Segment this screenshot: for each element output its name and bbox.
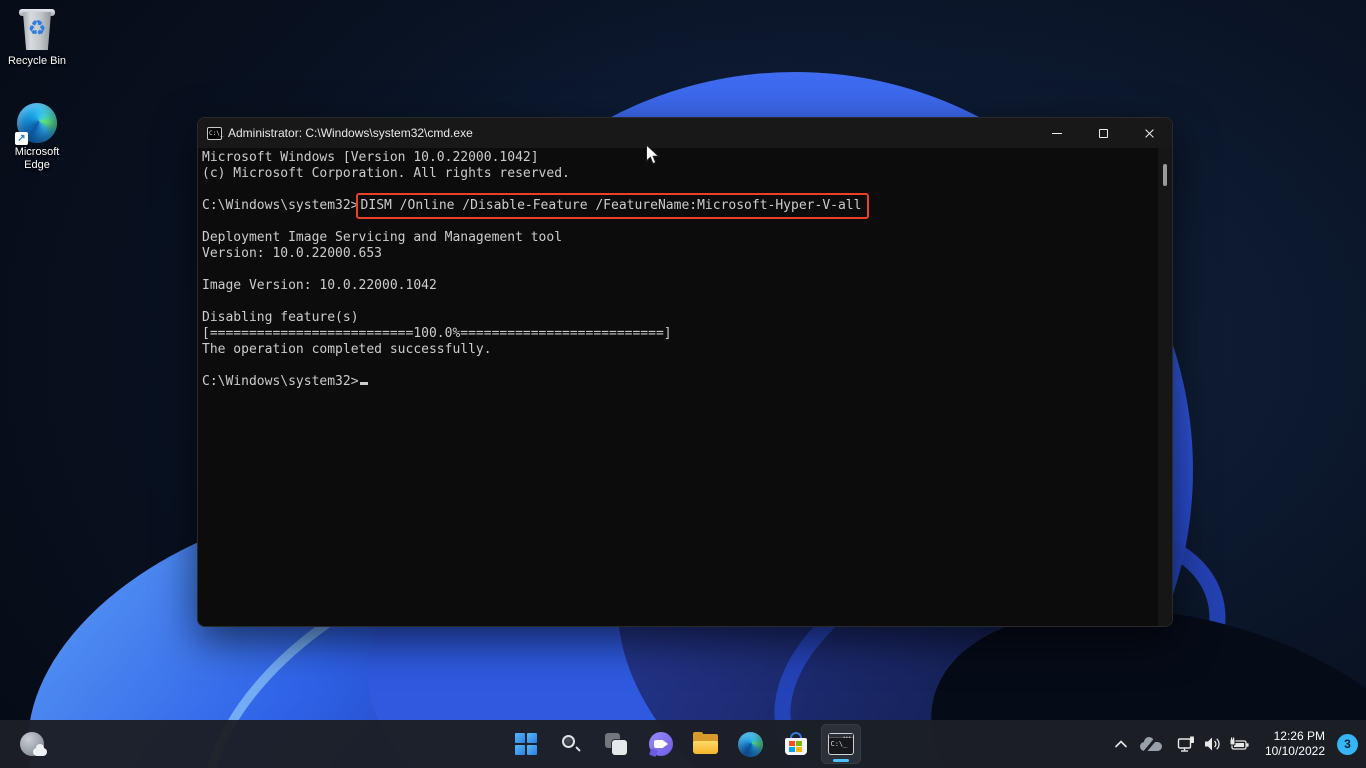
window-titlebar[interactable]: C:\_ Administrator: C:\Windows\system32\… (198, 118, 1172, 148)
network-volume-battery-button[interactable] (1169, 726, 1257, 762)
edge-logo-icon (738, 731, 763, 757)
cmd-window: C:\_ Administrator: C:\Windows\system32\… (197, 117, 1173, 627)
clock-button[interactable]: 12:26 PM 10/10/2022 (1259, 729, 1331, 759)
weather-cloudy-icon (20, 732, 47, 756)
notification-badge[interactable]: 3 (1337, 733, 1358, 755)
maximize-icon (1098, 128, 1108, 138)
console-line: Microsoft Windows [Version 10.0.22000.10… (202, 150, 539, 165)
console-command-line: C:\Windows\system32> DISM /Online /Disabl… (202, 193, 1158, 219)
console-line: (c) Microsoft Corporation. All rights re… (202, 166, 570, 181)
close-icon (1144, 128, 1155, 139)
scrollbar-thumb[interactable] (1163, 164, 1167, 186)
onedrive-button[interactable] (1135, 726, 1167, 762)
windows-logo-icon (514, 733, 537, 755)
battery-charging-icon (1229, 737, 1249, 750)
console-prompt: C:\Windows\system32> (202, 374, 359, 389)
recycle-bin-label: Recycle Bin (7, 55, 67, 67)
cmd-window-icon: C:\_ (207, 126, 223, 140)
minimize-button[interactable] (1034, 118, 1080, 148)
chevron-up-icon (1115, 740, 1127, 748)
active-app-indicator (832, 759, 849, 762)
maximize-button[interactable] (1080, 118, 1126, 148)
tray-date: 10/10/2022 (1264, 744, 1325, 758)
edge-button[interactable] (731, 724, 771, 764)
network-icon (1177, 735, 1194, 752)
desktop-icon-microsoft-edge[interactable]: ↗ Microsoft Edge (0, 103, 74, 172)
mouse-cursor (646, 144, 660, 165)
minimize-icon (1052, 132, 1062, 134)
command-prompt-icon: ••• C:\_ (827, 733, 854, 755)
console-active-prompt: C:\Windows\system32> (202, 374, 1158, 390)
text-cursor (359, 382, 368, 385)
console-prompt: C:\Windows\system32> (202, 198, 359, 213)
shortcut-arrow-icon: ↗ (15, 132, 28, 145)
microsoft-store-button[interactable] (776, 724, 816, 764)
start-button[interactable] (506, 724, 546, 764)
edge-label: Microsoft Edge (14, 146, 60, 171)
chat-camera-icon (648, 732, 673, 756)
console-line: Deployment Image Servicing and Managemen… (202, 230, 563, 245)
window-title: Administrator: C:\Windows\system32\cmd.e… (228, 126, 473, 140)
system-tray: 12:26 PM 10/10/2022 3 (1109, 720, 1366, 768)
console-output: Microsoft Windows [Version 10.0.22000.10… (198, 148, 1158, 626)
taskbar-center-icons: ••• C:\_ (506, 724, 861, 764)
console-line: Disabling feature(s) (202, 310, 359, 325)
task-view-icon (604, 733, 627, 755)
folder-icon (693, 732, 718, 754)
chat-button[interactable] (641, 724, 681, 764)
console-line: The operation completed successfully. (202, 342, 492, 357)
recycle-bin-icon: ♻ (17, 8, 57, 52)
search-icon (561, 734, 581, 754)
widgets-weather-button[interactable] (8, 726, 56, 762)
task-view-button[interactable] (596, 724, 636, 764)
command-prompt-button[interactable]: ••• C:\_ (820, 724, 861, 764)
store-bag-icon (784, 732, 807, 756)
console-line: Image Version: 10.0.22000.1042 (202, 278, 437, 293)
desktop-icon-recycle-bin[interactable]: ♻ Recycle Bin (0, 8, 74, 68)
cloud-off-icon (1139, 736, 1162, 753)
search-button[interactable] (551, 724, 591, 764)
volume-icon (1204, 737, 1220, 751)
console-scrollbar[interactable] (1158, 148, 1172, 626)
command-highlight-box: DISM /Online /Disable-Feature /FeatureNa… (355, 193, 870, 219)
close-button[interactable] (1126, 118, 1172, 148)
file-explorer-button[interactable] (686, 724, 726, 764)
console-line: Version: 10.0.22000.653 (202, 246, 383, 261)
console-progress-bar: [==========================100.0%=======… (202, 326, 672, 341)
taskbar: ••• C:\_ 12:26 PM 10/10/2022 3 (0, 720, 1366, 768)
hidden-icons-button[interactable] (1109, 726, 1133, 762)
tray-time: 12:26 PM (1273, 729, 1325, 743)
